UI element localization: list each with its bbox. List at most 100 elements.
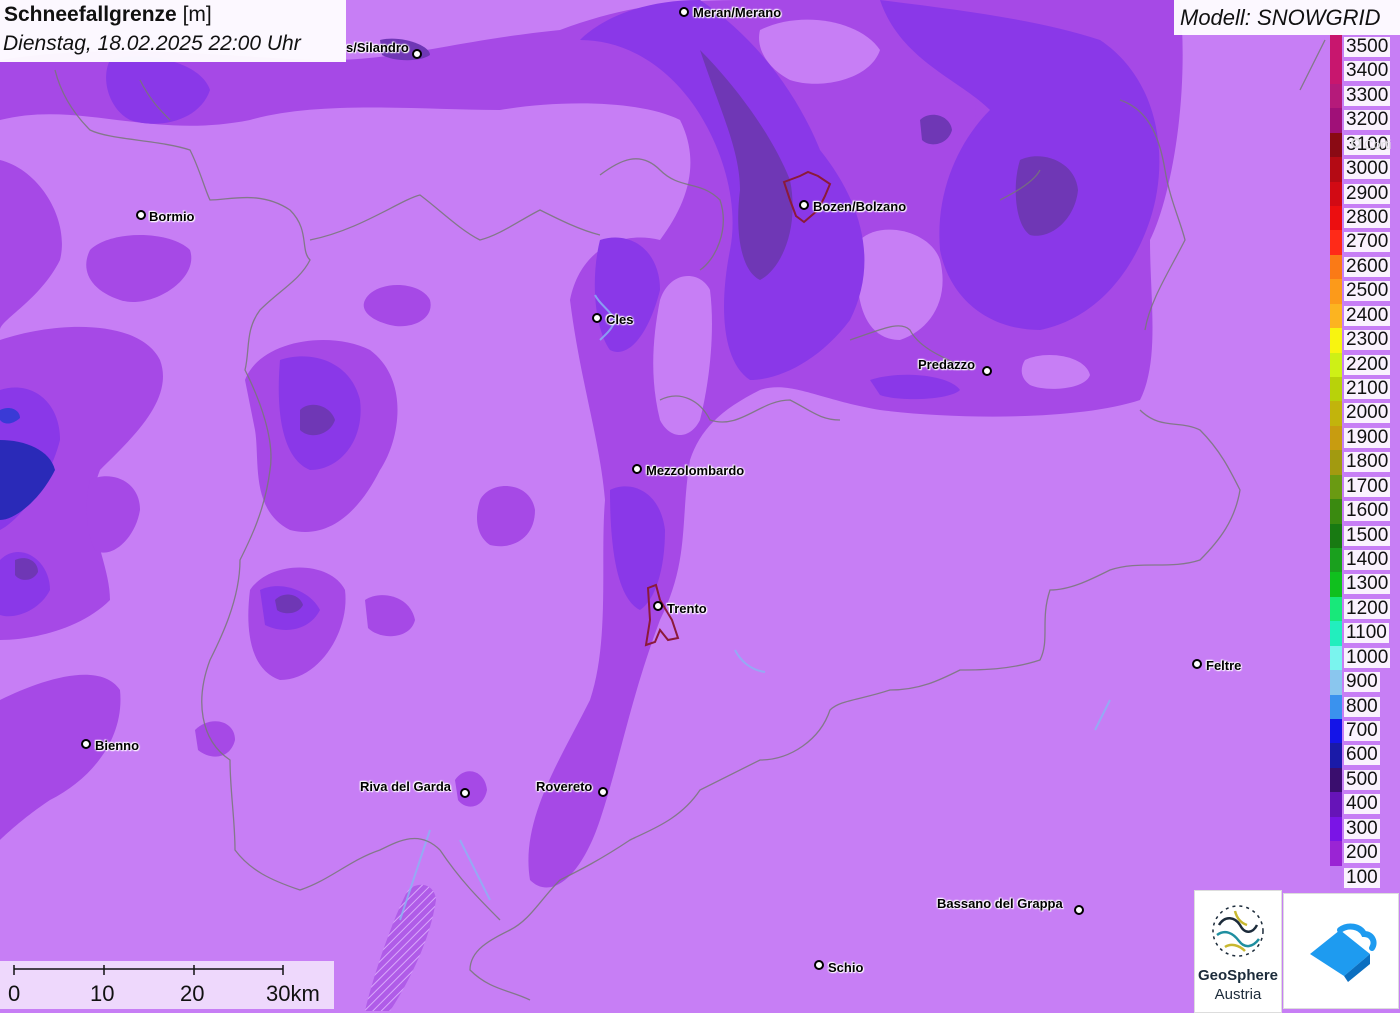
color-legend: 3500 3400 3300 3200 3100 3000 2900 2800 2700 2600… <box>1328 35 1400 890</box>
model-label: Modell: SNOWGRID <box>1180 5 1381 30</box>
legend-swatch <box>1330 743 1342 768</box>
scale-label-0: 0 <box>8 981 21 1006</box>
legend-label: 1900 <box>1344 426 1391 448</box>
legend-label: 500 <box>1344 768 1380 790</box>
legend-item: 900 <box>1328 670 1400 695</box>
legend-item: 400 <box>1328 792 1400 817</box>
legend-label: 1800 <box>1344 451 1391 473</box>
city-label-corti: Corti <box>1364 137 1392 152</box>
city-label-feltre: Feltre <box>1206 658 1242 673</box>
legend-item: 600 <box>1328 743 1400 768</box>
legend-swatch <box>1330 425 1342 451</box>
legend-label: 3000 <box>1344 158 1391 180</box>
scale-label-10: 10 <box>90 981 115 1006</box>
legend-swatch <box>1330 767 1342 793</box>
legend-item: 100 <box>1328 865 1400 890</box>
geosphere-emblem-icon <box>1212 905 1264 957</box>
legend-item: 700 <box>1328 719 1400 744</box>
legend-item: 3400 <box>1328 59 1400 84</box>
legend-item: 2500 <box>1328 279 1400 304</box>
city-marker-meran <box>679 7 689 17</box>
map-title-box: Schneefallgrenze [m] Dienstag, 18.02.202… <box>0 0 346 62</box>
legend-swatch <box>1330 694 1342 719</box>
legend-label: 2700 <box>1344 231 1391 253</box>
legend-label: 1700 <box>1344 475 1391 497</box>
legend-label: 600 <box>1344 744 1380 766</box>
legend-item: 800 <box>1328 694 1400 719</box>
legend-item: 200 <box>1328 841 1400 866</box>
city-marker-bienno <box>81 739 91 749</box>
legend-item: 1600 <box>1328 499 1400 524</box>
legend-label: 3200 <box>1344 109 1391 131</box>
legend-swatch <box>1330 596 1342 622</box>
legend-swatch <box>1330 572 1342 597</box>
legend-item: 300 <box>1328 816 1400 842</box>
legend-swatch <box>1330 401 1342 426</box>
city-marker-bassano <box>1074 905 1084 915</box>
legend-swatch <box>1330 328 1342 353</box>
city-label-cles: Cles <box>606 312 634 327</box>
legend-label: 2500 <box>1344 280 1391 302</box>
legend-swatch <box>1330 230 1342 255</box>
legend-label: 1000 <box>1344 646 1391 668</box>
legend-swatch <box>1330 816 1342 842</box>
city-label-bozen: Bozen/Bolzano <box>813 199 907 214</box>
city-marker-feltre <box>1192 659 1202 669</box>
city-marker-bozen <box>799 200 809 210</box>
legend-item: 3000 <box>1328 157 1400 182</box>
scale-bar: 0 10 20 30km <box>0 961 334 1009</box>
legend-label: 2400 <box>1344 304 1391 326</box>
legend-swatch <box>1330 841 1342 866</box>
legend-label: 900 <box>1344 671 1380 693</box>
legend-label: 2300 <box>1344 329 1391 351</box>
legend-item: 2600 <box>1328 254 1400 280</box>
legend-item: 2900 <box>1328 181 1400 206</box>
legend-swatch <box>1330 645 1342 671</box>
city-marker-mezzolombardo <box>632 464 642 474</box>
legend-swatch <box>1330 450 1342 475</box>
legend-item: 2300 <box>1328 328 1400 353</box>
legend-label: 700 <box>1344 720 1380 741</box>
map-title: Schneefallgrenze [m] <box>4 3 212 26</box>
legend-label: 1600 <box>1344 500 1391 522</box>
legend-item: 1000 <box>1328 645 1400 671</box>
legend-swatch <box>1330 792 1342 817</box>
legend-item: 2400 <box>1328 303 1400 329</box>
legend-swatch <box>1330 157 1342 182</box>
legend-label: 100 <box>1344 866 1380 888</box>
legend-swatch <box>1330 865 1342 890</box>
legend-item: 2200 <box>1328 352 1400 377</box>
legend-swatch <box>1330 548 1342 573</box>
legend-item: 1200 <box>1328 596 1400 622</box>
city-label-meran: Meran/Merano <box>693 5 782 20</box>
legend-label: 2900 <box>1344 182 1391 204</box>
legend-item: 3500 <box>1328 35 1400 60</box>
legend-swatch <box>1330 83 1342 109</box>
snowfall-limit-map[interactable] <box>0 0 1400 1011</box>
city-marker-rovereto <box>598 787 608 797</box>
snow-app-logo[interactable] <box>1283 893 1399 1009</box>
legend-label: 2100 <box>1344 378 1391 399</box>
legend-label: 2800 <box>1344 207 1391 228</box>
legend-label: 2200 <box>1344 353 1391 375</box>
city-marker-predazzo <box>982 366 992 376</box>
legend-item: 1400 <box>1328 548 1400 573</box>
legend-swatch <box>1330 279 1342 304</box>
city-label-predazzo: Predazzo <box>918 357 976 372</box>
city-marker-bormio <box>136 210 146 220</box>
legend-item: 2100 <box>1328 377 1400 402</box>
geosphere-logo[interactable]: GeoSphere Austria <box>1194 890 1282 1013</box>
map-datetime: Dienstag, 18.02.2025 22:00 Uhr <box>3 32 301 55</box>
legend-swatch <box>1330 621 1342 646</box>
city-marker-cles <box>592 313 602 323</box>
legend-item: 1900 <box>1328 425 1400 451</box>
city-label-bienno: Bienno <box>95 738 140 753</box>
city-marker-trento <box>653 601 663 611</box>
legend-swatch <box>1330 303 1342 329</box>
legend-item: 1100 <box>1328 621 1400 646</box>
legend-label: 1100 <box>1344 622 1389 644</box>
legend-swatch <box>1330 132 1342 158</box>
model-label-box: Modell: SNOWGRID <box>1174 0 1400 35</box>
legend-label: 2600 <box>1344 255 1391 277</box>
legend-label: 2000 <box>1344 402 1391 424</box>
